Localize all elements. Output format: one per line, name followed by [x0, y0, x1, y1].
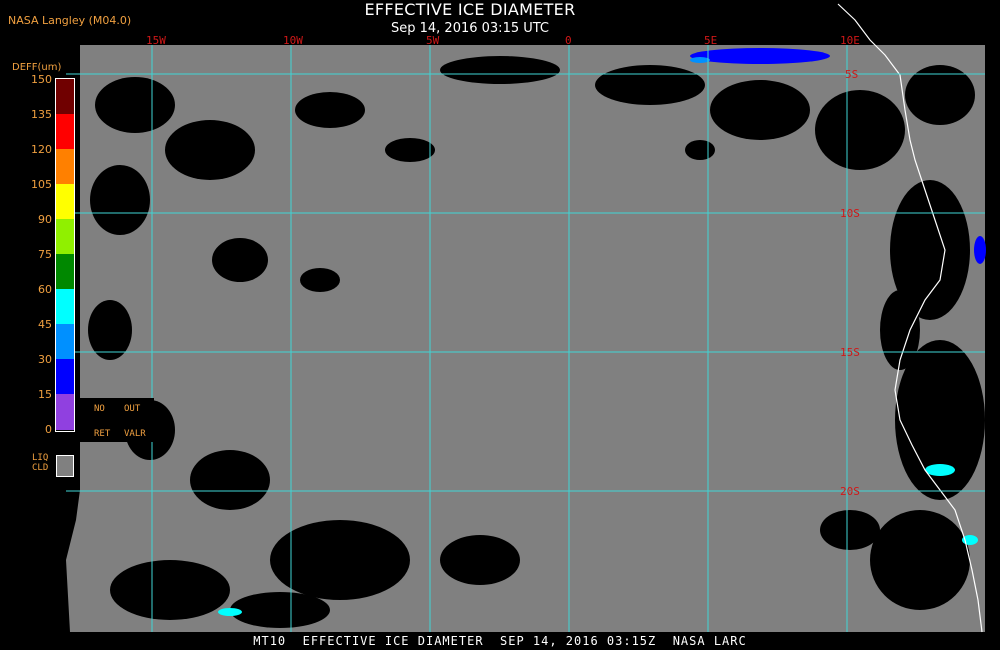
legend-tick: 90	[38, 213, 52, 226]
liq-label-2: CLD	[32, 463, 49, 473]
map-title: EFFECTIVE ICE DIAMETER	[364, 0, 576, 19]
legend-tick: 120	[31, 143, 52, 156]
out-valr-label-2: VALR	[124, 429, 146, 439]
no-ret-label-1: NO	[94, 404, 105, 414]
legend-tick: 45	[38, 318, 52, 331]
colorbar-outline	[55, 78, 75, 432]
legend-tick: 60	[38, 283, 52, 296]
lat-label-20s: 20S	[840, 485, 860, 498]
colorbar: 150 135 120 105 90 75 60 45 30 15 0 NO R…	[0, 0, 154, 650]
no-ret-label-2: RET	[94, 429, 111, 439]
legend-tick: 135	[31, 108, 52, 121]
liq-label-1: LIQ	[32, 453, 49, 463]
legend-tick: 30	[38, 353, 52, 366]
legend-tick: 105	[31, 178, 52, 191]
land-mask	[985, 45, 1000, 632]
map-timestamp: Sep 14, 2016 03:15 UTC	[390, 21, 550, 36]
legend-tick: 15	[38, 388, 52, 401]
lat-label-10s: 10S	[840, 207, 860, 220]
footer-caption: MT10 EFFECTIVE ICE DIAMETER SEP 14, 2016…	[253, 634, 747, 648]
lat-label-15s: 15S	[840, 346, 860, 359]
liquid-cloud-legend-label: LIQ CLD	[32, 453, 48, 473]
map-panel: 15W 10W 5W 0 5E 10E 5S 10S 15S 20S	[66, 3, 1000, 633]
lat-label-5s: 5S	[845, 68, 858, 81]
liquid-cloud-swatch	[56, 455, 74, 477]
legend-tick: 150	[31, 73, 52, 86]
legend-tick: 75	[38, 248, 52, 261]
legend-tick: 0	[45, 423, 52, 436]
out-valr-label-1: OUT	[124, 404, 141, 414]
